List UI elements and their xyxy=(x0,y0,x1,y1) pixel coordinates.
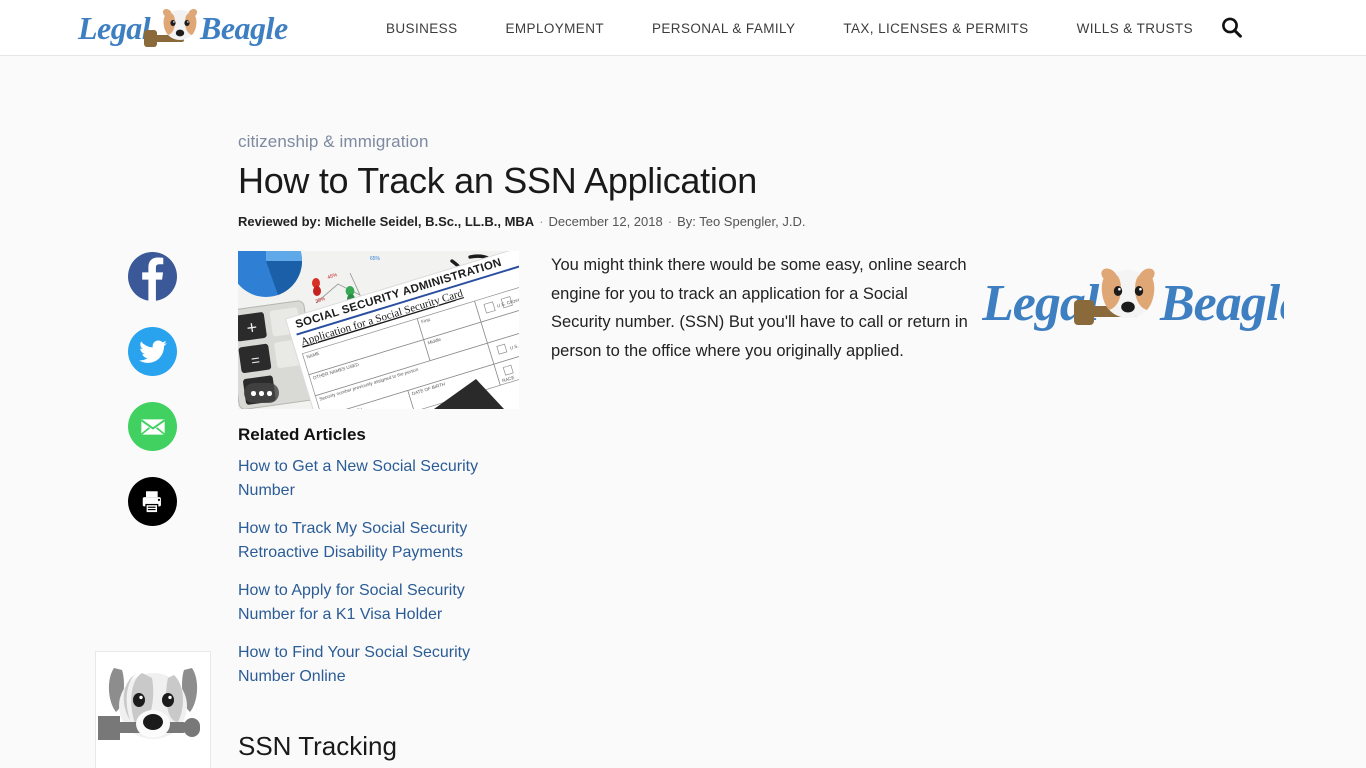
primary-navigation: BUSINESS EMPLOYMENT PERSONAL & FAMILY TA… xyxy=(386,0,1217,56)
beagle-with-gavel-illustration-icon xyxy=(96,652,210,766)
image-more-options-button[interactable] xyxy=(244,383,279,404)
byline-author: By: Teo Spengler, J.D. xyxy=(677,214,806,230)
facebook-icon xyxy=(142,257,164,301)
nav-item-business[interactable]: BUSINESS xyxy=(386,21,481,36)
related-article-card[interactable]: RELATED How to Get a xyxy=(96,652,210,768)
dot xyxy=(259,391,264,396)
page-title: How to Track an SSN Application xyxy=(238,160,757,201)
byline-reviewer: Reviewed by: Michelle Seidel, B.Sc., LL.… xyxy=(238,214,535,230)
twitter-icon xyxy=(138,339,167,363)
svg-text:65%: 65% xyxy=(370,256,381,262)
article-intro-paragraph: You might think there would be some easy… xyxy=(551,256,968,360)
envelope-icon xyxy=(140,418,165,435)
site-header: Legal Beagle BUSINESS EMPLOYMENT PERSONA… xyxy=(0,0,1366,56)
article-section-ssn-tracking: SSN Tracking In this day and age when yo… xyxy=(238,703,968,768)
share-facebook-button[interactable] xyxy=(128,252,177,301)
dot xyxy=(251,391,256,396)
legal-beagle-logo-icon: Legal Beagle xyxy=(77,8,288,47)
share-email-button[interactable] xyxy=(128,402,177,451)
svg-text:Beagle: Beagle xyxy=(1159,275,1284,332)
breadcrumb-category-link[interactable]: citizenship & immigration xyxy=(238,132,968,152)
share-twitter-button[interactable] xyxy=(128,327,177,376)
byline: Reviewed by: Michelle Seidel, B.Sc., LL.… xyxy=(238,214,968,229)
magnifier-glyph xyxy=(1222,17,1242,38)
ssn-application-form-photo: 45% 35% 65% 22% — + = xyxy=(238,251,519,410)
sidebar-legal-beagle-logo: Legal Beagle xyxy=(981,262,1302,334)
nav-item-personal-family[interactable]: PERSONAL & FAMILY xyxy=(628,21,819,36)
related-article-link-2[interactable]: How to Track My Social Security Retroact… xyxy=(238,517,520,565)
byline-separator-2: · xyxy=(667,214,673,230)
related-article-link-3[interactable]: How to Apply for Social Security Number … xyxy=(238,579,520,627)
nav-item-employment[interactable]: EMPLOYMENT xyxy=(481,21,628,36)
section-heading: SSN Tracking xyxy=(238,731,397,762)
svg-text:Beagle: Beagle xyxy=(199,10,288,46)
byline-date: December 12, 2018 xyxy=(548,214,663,230)
article-hero-image[interactable]: 45% 35% 65% 22% — + = xyxy=(238,251,519,410)
byline-separator-1: · xyxy=(539,214,544,230)
printer-icon xyxy=(142,490,161,513)
page-body: citizenship & immigration How to Track a… xyxy=(0,56,1366,768)
share-print-button[interactable] xyxy=(128,477,177,526)
dot xyxy=(267,391,272,396)
nav-item-tax-licenses-permits[interactable]: TAX, LICENSES & PERMITS xyxy=(819,21,1052,36)
related-article-link-4[interactable]: How to Find Your Social Security Number … xyxy=(238,641,520,689)
related-articles-block: Related Articles How to Get a New Social… xyxy=(238,425,520,703)
svg-text:Legal: Legal xyxy=(77,10,151,46)
social-share-rail xyxy=(128,252,178,526)
related-articles-heading: Related Articles xyxy=(238,425,366,445)
legal-beagle-logo-large-icon: Legal Beagle xyxy=(981,268,1302,332)
search-icon[interactable] xyxy=(1218,14,1246,42)
site-logo[interactable]: Legal Beagle xyxy=(76,2,294,54)
article: citizenship & immigration How to Track a… xyxy=(238,56,968,768)
nav-item-wills-trusts[interactable]: WILLS & TRUSTS xyxy=(1053,21,1217,36)
related-article-link-1[interactable]: How to Get a New Social Security Number xyxy=(238,455,520,503)
